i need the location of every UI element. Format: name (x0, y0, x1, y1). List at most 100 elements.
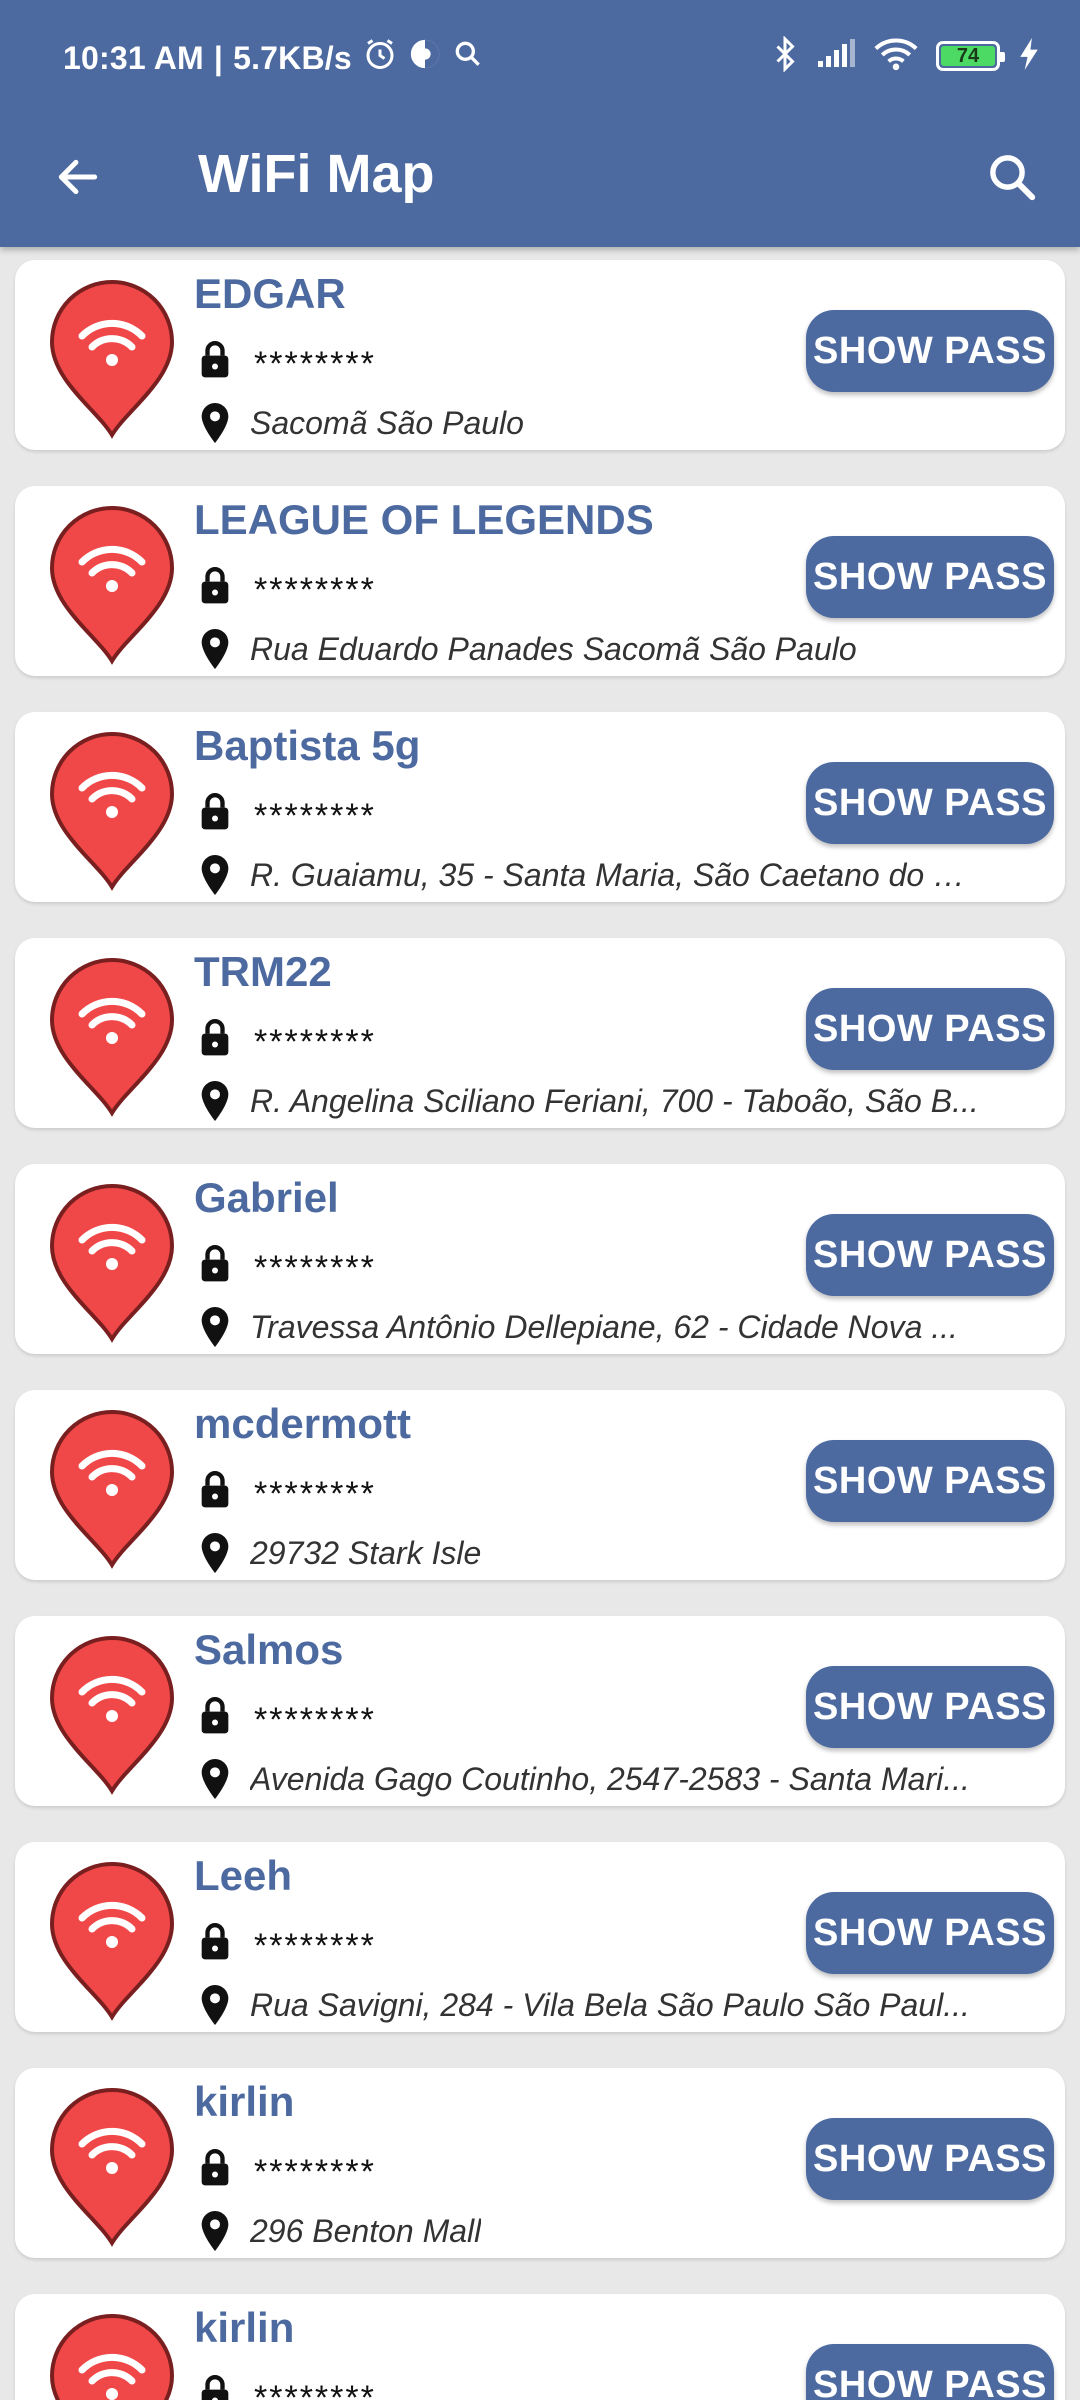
wifi-status-icon (874, 37, 918, 76)
status-search-icon (452, 38, 484, 78)
show-pass-button[interactable]: SHOW PASS (806, 1440, 1054, 1522)
top-bar: 10:31 AM | 5.7KB/s 74 WiFi Map (0, 0, 1080, 247)
wifi-pin-icon (49, 280, 175, 439)
password-row: ******** (198, 2368, 376, 2400)
wifi-name: Salmos (194, 1626, 344, 1673)
wifi-name: Gabriel (194, 1174, 339, 1221)
status-right: 74 (772, 34, 1040, 78)
location-text: Rua Eduardo Panades Sacomã São Paulo (250, 630, 857, 667)
location-row: Travessa Antônio Dellepiane, 62 - Cidade… (200, 1302, 980, 1352)
wifi-list[interactable]: EDGAR ******** Sacomã São Paulo SHOW PAS… (0, 247, 1080, 2400)
bluetooth-icon (772, 34, 798, 77)
location-pin-icon (201, 855, 229, 895)
password-row: ******** (198, 1464, 376, 1514)
wifi-pin-icon (49, 506, 175, 665)
wifi-card[interactable]: Leeh ******** Rua Savigni, 284 - Vila Be… (15, 1842, 1065, 2032)
lock-icon (201, 1697, 229, 1734)
wifi-name: kirlin (194, 2078, 295, 2125)
location-pin-icon (201, 1533, 229, 1573)
show-pass-button[interactable]: SHOW PASS (806, 536, 1054, 618)
location-text: Sacomã São Paulo (250, 404, 524, 441)
location-row: 29732 Stark Isle (200, 1528, 980, 1578)
password-row: ******** (198, 2142, 376, 2192)
wifi-card[interactable]: kirlin ******** 296 Benton Mall SHOW PAS… (15, 2068, 1065, 2258)
location-pin-icon (201, 1759, 229, 1799)
signal-icon (816, 38, 856, 74)
password-mask: ******** (254, 796, 376, 835)
lock-icon (201, 1019, 229, 1056)
battery-level: 74 (956, 44, 980, 67)
show-pass-button[interactable]: SHOW PASS (806, 2118, 1054, 2200)
wifi-card[interactable]: Gabriel ******** Travessa Antônio Dellep… (15, 1164, 1065, 1354)
location-text: Rua Savigni, 284 - Vila Bela São Paulo S… (250, 1986, 970, 2023)
password-row: ******** (198, 1012, 376, 1062)
status-time: 10:31 AM (63, 39, 204, 76)
show-pass-button[interactable]: SHOW PASS (806, 1666, 1054, 1748)
wifi-card[interactable]: EDGAR ******** Sacomã São Paulo SHOW PAS… (15, 260, 1065, 450)
show-pass-button[interactable]: SHOW PASS (806, 988, 1054, 1070)
data-saver-icon (408, 37, 442, 79)
lock-icon (201, 793, 229, 830)
wifi-card[interactable]: Salmos ******** Avenida Gago Coutinho, 2… (15, 1616, 1065, 1806)
location-pin-icon (201, 1081, 229, 1121)
search-button[interactable] (978, 143, 1046, 211)
show-pass-button[interactable]: SHOW PASS (806, 2344, 1054, 2400)
status-separator: | (213, 39, 224, 76)
location-row: 296 Benton Mall (200, 2206, 980, 2256)
location-pin-icon (201, 2211, 229, 2251)
location-text: 29732 Stark Isle (250, 1534, 482, 1571)
wifi-name: Baptista 5g (194, 722, 421, 769)
password-mask: ******** (254, 1248, 376, 1287)
wifi-name: Leeh (194, 1852, 293, 1899)
wifi-card[interactable]: LEAGUE OF LEGENDS ******** Rua Eduardo P… (15, 486, 1065, 676)
lock-icon (201, 567, 229, 604)
wifi-pin-icon (49, 958, 175, 1117)
wifi-card[interactable]: TRM22 ******** R. Angelina Sciliano Feri… (15, 938, 1065, 1128)
password-row: ******** (198, 1690, 376, 1740)
wifi-name: TRM22 (194, 948, 332, 995)
lock-icon (201, 1923, 229, 1960)
password-mask: ******** (254, 1474, 376, 1513)
location-text: R. Angelina Sciliano Feriani, 700 - Tabo… (250, 1082, 979, 1119)
wifi-pin-icon (49, 1410, 175, 1569)
location-row: Rua Eduardo Panades Sacomã São Paulo (200, 624, 980, 674)
location-pin-icon (201, 403, 229, 443)
search-icon (990, 155, 1036, 201)
show-pass-button[interactable]: SHOW PASS (806, 1214, 1054, 1296)
password-row: ******** (198, 1238, 376, 1288)
location-row: Rua Savigni, 284 - Vila Bela São Paulo S… (200, 1980, 980, 2030)
back-button[interactable] (46, 145, 110, 209)
wifi-name: mcdermott (194, 1400, 412, 1447)
password-mask: ******** (254, 344, 376, 383)
lock-icon (201, 1245, 229, 1282)
lock-icon (201, 341, 229, 378)
app-bar: WiFi Map (0, 115, 1080, 247)
password-mask: ******** (254, 1022, 376, 1061)
show-pass-button[interactable]: SHOW PASS (806, 1892, 1054, 1974)
show-pass-button[interactable]: SHOW PASS (806, 762, 1054, 844)
password-row: ******** (198, 334, 376, 384)
wifi-card[interactable]: kirlin ******** SHOW PASS (15, 2294, 1065, 2400)
location-text: Travessa Antônio Dellepiane, 62 - Cidade… (250, 1308, 958, 1345)
battery-icon: 74 (936, 41, 1005, 71)
arrow-left-icon (58, 159, 98, 195)
location-text: R. Guaiamu, 35 - Santa Maria, São Caetan… (250, 856, 980, 893)
lock-icon (201, 2149, 229, 2186)
wifi-pin-icon (49, 2088, 175, 2247)
show-pass-button[interactable]: SHOW PASS (806, 310, 1054, 392)
location-text: Avenida Gago Coutinho, 2547-2583 - Santa… (250, 1760, 970, 1797)
location-pin-icon (201, 1307, 229, 1347)
location-pin-icon (201, 629, 229, 669)
wifi-name: kirlin (194, 2304, 295, 2351)
location-row: R. Angelina Sciliano Feriani, 700 - Tabo… (200, 1076, 980, 1126)
page-title: WiFi Map (198, 144, 435, 204)
password-row: ******** (198, 560, 376, 610)
status-left: 10:31 AM | 5.7KB/s (63, 36, 484, 80)
password-mask: ******** (254, 570, 376, 609)
location-text: 296 Benton Mall (250, 2212, 482, 2249)
wifi-card[interactable]: Baptista 5g ******** R. Guaiamu, 35 - Sa… (15, 712, 1065, 902)
location-row: R. Guaiamu, 35 - Santa Maria, São Caetan… (200, 850, 980, 900)
wifi-pin-icon (49, 2314, 175, 2400)
wifi-card[interactable]: mcdermott ******** 29732 Stark Isle SHOW… (15, 1390, 1065, 1580)
wifi-pin-icon (49, 1636, 175, 1795)
